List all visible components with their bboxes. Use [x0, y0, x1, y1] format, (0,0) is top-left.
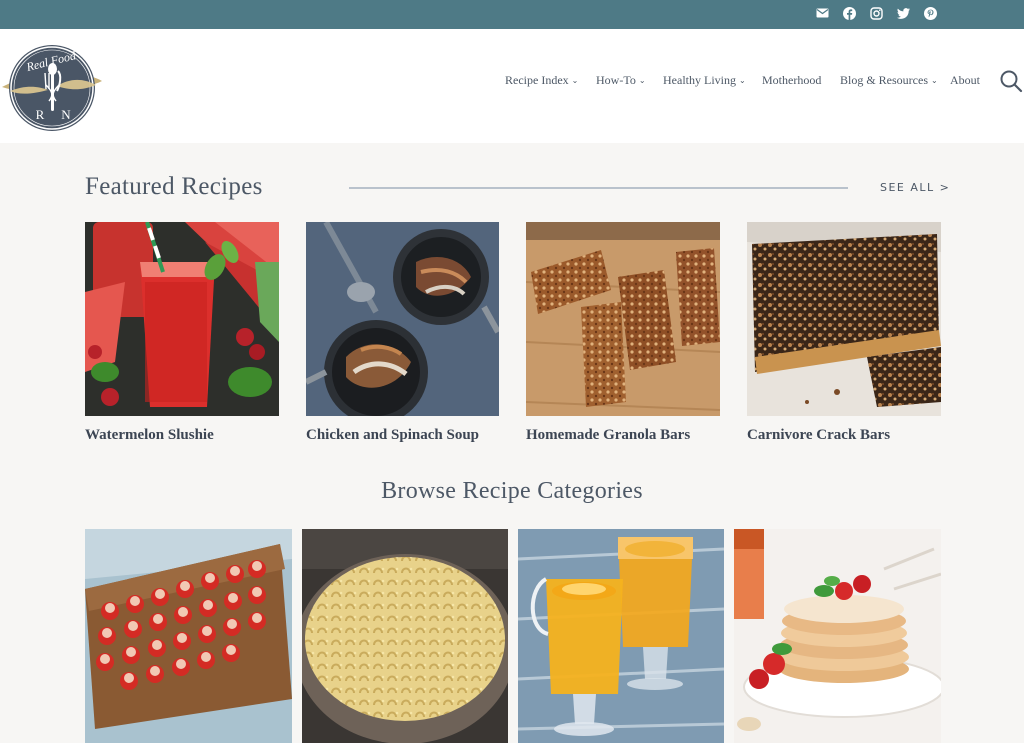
nav-label: Healthy Living: [663, 73, 736, 87]
recipe-title[interactable]: Watermelon Slushie: [85, 427, 214, 444]
nav-label: Recipe Index: [505, 73, 569, 87]
category-image-appetizers[interactable]: [85, 529, 292, 743]
browse-categories-heading: Browse Recipe Categories: [381, 478, 643, 504]
site-logo[interactable]: Real Food R N: [0, 41, 104, 135]
featured-recipes-heading: Featured Recipes: [85, 173, 263, 200]
section-divider: [349, 187, 848, 189]
recipe-image-watermelon-slushie[interactable]: [85, 222, 279, 416]
nav-label: Motherhood: [762, 73, 822, 87]
category-image-mac-and-cheese[interactable]: [302, 529, 508, 743]
twitter-icon[interactable]: [895, 5, 911, 21]
recipe-title[interactable]: Chicken and Spinach Soup: [306, 427, 479, 444]
nav-motherhood[interactable]: Motherhood: [762, 73, 821, 91]
nav-label: Blog & Resources: [840, 73, 928, 87]
facebook-icon[interactable]: [841, 5, 857, 21]
nav-healthy-living[interactable]: Healthy Living ⌄: [663, 73, 746, 91]
chevron-down-icon: ⌄: [571, 76, 579, 85]
recipe-image-carnivore-crack-bars[interactable]: [747, 222, 941, 416]
recipe-title[interactable]: Carnivore Crack Bars: [747, 427, 890, 444]
category-image-breakfast[interactable]: [734, 529, 941, 743]
see-all-link[interactable]: SEE ALL >: [880, 181, 950, 194]
chevron-down-icon: ⌄: [738, 76, 746, 85]
nav-label: About: [950, 73, 980, 87]
email-icon[interactable]: [814, 5, 830, 21]
chevron-down-icon: ⌄: [931, 76, 938, 85]
nav-about[interactable]: About: [950, 73, 980, 91]
instagram-icon[interactable]: [868, 5, 884, 21]
chevron-down-icon: ⌄: [638, 76, 646, 85]
nav-recipe-index[interactable]: Recipe Index ⌄: [505, 73, 578, 91]
recipe-title[interactable]: Homemade Granola Bars: [526, 427, 690, 444]
site-header: Real Food R N Recipe Index ⌄ How-To ⌄ Heal…: [0, 29, 1024, 143]
search-icon[interactable]: [999, 69, 1023, 93]
nav-blog-resources[interactable]: Blog & Resources ⌄: [840, 73, 938, 91]
nav-how-to[interactable]: How-To ⌄: [596, 73, 646, 91]
recipe-image-homemade-granola-bars[interactable]: [526, 222, 720, 416]
logo-initial-right: N: [61, 107, 71, 122]
pinterest-icon[interactable]: [922, 5, 938, 21]
nav-label: How-To: [596, 73, 636, 87]
top-bar: [0, 0, 1024, 29]
recipe-image-chicken-spinach-soup[interactable]: [306, 222, 499, 416]
category-image-drinks[interactable]: [518, 529, 724, 743]
logo-initial-left: R: [36, 107, 45, 122]
